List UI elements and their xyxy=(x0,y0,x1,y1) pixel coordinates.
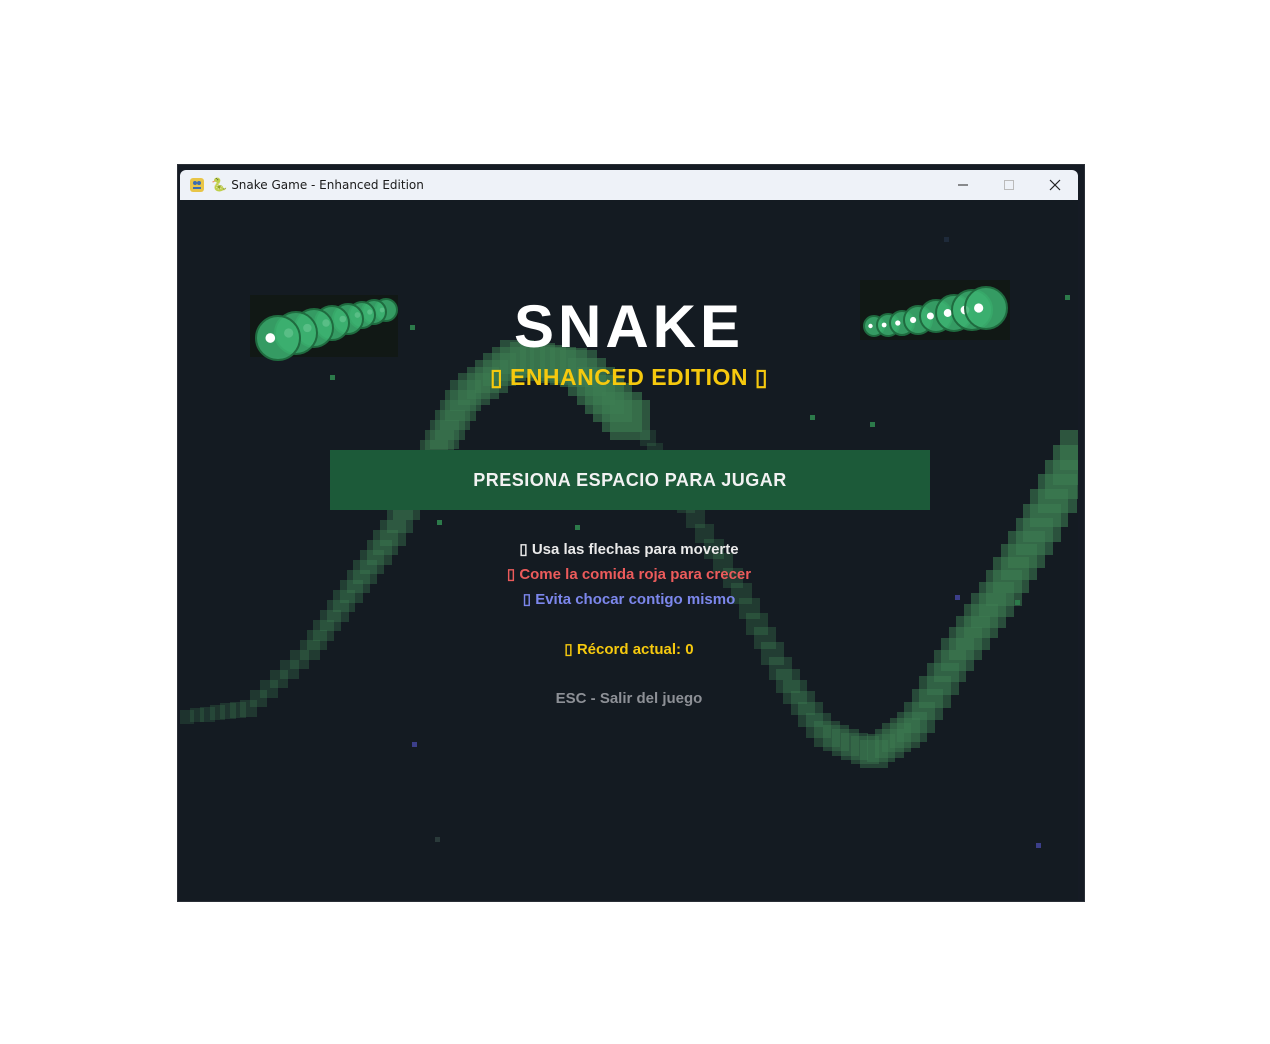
trail-segment xyxy=(1060,430,1078,470)
play-button[interactable]: PRESIONA ESPACIO PARA JUGAR xyxy=(330,450,930,510)
python-icon xyxy=(190,178,204,192)
particle-dot xyxy=(870,422,875,427)
game-canvas[interactable]: SNAKE ▯ ENHANCED EDITION ▯ PRESIONA ESPA… xyxy=(180,200,1078,900)
title-bar[interactable]: 🐍 Snake Game - Enhanced Edition xyxy=(180,170,1078,200)
particle-dot xyxy=(437,520,442,525)
high-score: ▯ Récord actual: 0 xyxy=(564,641,694,658)
particle-dot xyxy=(944,237,949,242)
exit-hint: ESC - Salir del juego xyxy=(555,690,703,707)
instruction-food: ▯ Come la comida roja para crecer xyxy=(506,566,752,583)
particle-dot xyxy=(810,415,815,420)
maximize-icon xyxy=(1004,180,1014,190)
snake-emoji-icon: 🐍 xyxy=(211,177,228,193)
particle-dot xyxy=(435,837,440,842)
game-window: 🐍 Snake Game - Enhanced Edition SNAKE ▯ … xyxy=(178,165,1084,901)
close-icon xyxy=(1049,179,1061,191)
close-button[interactable] xyxy=(1032,170,1078,200)
particle-dot xyxy=(575,525,580,530)
instruction-arrows: ▯ Usa las flechas para moverte xyxy=(519,541,739,558)
minimize-button[interactable] xyxy=(940,170,986,200)
game-title: SNAKE xyxy=(513,293,745,360)
particle-dot xyxy=(1036,843,1041,848)
window-title: Snake Game - Enhanced Edition xyxy=(231,178,424,192)
instruction-avoid: ▯ Evita chocar contigo mismo xyxy=(522,591,736,608)
game-subtitle: ▯ ENHANCED EDITION ▯ xyxy=(489,364,769,390)
maximize-button[interactable] xyxy=(986,170,1032,200)
particle-dot xyxy=(412,742,417,747)
minimize-icon xyxy=(958,184,968,186)
